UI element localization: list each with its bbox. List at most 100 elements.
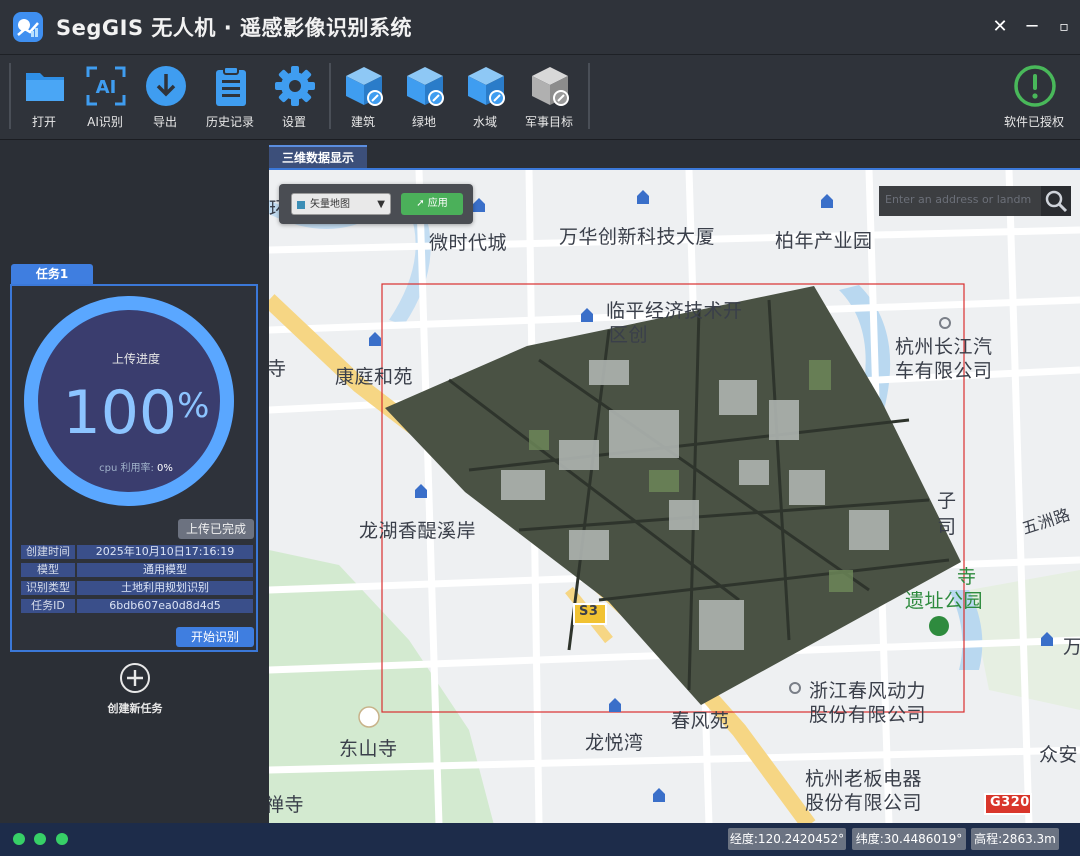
settings-button[interactable]: 设置 <box>263 63 325 133</box>
maximize-button[interactable]: ▫ <box>1051 14 1077 40</box>
task-card: 上传进度 100% cpu 利用率: 0% 上传已完成 创建时间 2025年10… <box>10 284 258 652</box>
info-key: 识别类型 <box>21 581 75 595</box>
map-controls: 矢量地图 ▼ ➚ 应用 <box>279 184 473 224</box>
poi-label: 车有限公司 <box>895 360 993 382</box>
longitude-readout: 经度:120.2420452° <box>728 828 846 850</box>
info-value: 通用模型 <box>77 563 253 577</box>
poi-label: 遗址公园 <box>905 590 984 612</box>
apply-label: 应用 <box>427 198 448 209</box>
ai-glyph: AI <box>96 77 117 98</box>
ai-scan-icon: AI <box>86 66 126 106</box>
start-detect-button[interactable]: 开始识别 <box>176 627 254 647</box>
status-dot <box>13 833 25 845</box>
status-dot <box>34 833 46 845</box>
toolbar: 打开 AI AI识别 导出 历史记录 设置 建筑 绿地 水域 军事目标 软件已授… <box>0 55 1080 140</box>
new-task-label: 创建新任务 <box>107 702 163 715</box>
search-button[interactable] <box>1041 186 1071 216</box>
poi-label: 区创 <box>609 324 649 346</box>
poi-label: 万华创新科技大厦 <box>559 226 716 248</box>
apply-button[interactable]: ➚ 应用 <box>401 193 463 215</box>
poi-label: 东山寺 <box>339 738 398 760</box>
cube-edit-icon <box>407 67 444 106</box>
poi-label: 柏年产业园 <box>775 230 873 252</box>
poi-label: 龙湖香醍溪岸 <box>359 520 477 542</box>
poi-label: 子 <box>937 490 957 512</box>
chevron-down-icon: ▼ <box>377 199 385 210</box>
poi-label: 康庭和苑 <box>335 366 414 388</box>
progress-value: 100% <box>12 378 260 448</box>
poi-label: 浙江春风动力 <box>809 680 927 702</box>
road-shield-label: G320 <box>990 795 1030 810</box>
poi-label: 司 <box>937 516 957 538</box>
search-icon <box>1045 190 1068 213</box>
map-view[interactable]: 微时代城 万华创新科技大厦 柏年产业园 临平经济技术开 区创 杭州长江汽 车有限… <box>269 168 1080 823</box>
new-task-button[interactable]: 创建新任务 <box>100 662 170 716</box>
info-value: 土地利用规划识别 <box>77 581 253 595</box>
altitude-readout: 高程:2863.3m <box>971 828 1059 850</box>
toolbar-separator <box>588 63 590 129</box>
info-row-created-time: 创建时间 2025年10月10日17:16:19 <box>21 545 253 559</box>
app-logo-icon <box>13 12 43 42</box>
poi-label: 微时代城 <box>429 232 508 254</box>
latitude-readout: 纬度:30.4486019° <box>852 828 966 850</box>
water-button[interactable]: 水域 <box>454 63 516 133</box>
info-value: 6bdb607ea0d8d4d5 <box>77 599 253 613</box>
poi-label: 寺 <box>957 566 977 588</box>
minimize-button[interactable]: ─ <box>1019 14 1045 40</box>
cpu-value: 0% <box>157 463 173 474</box>
clipboard-icon <box>216 66 246 106</box>
info-value: 2025年10月10日17:16:19 <box>77 545 253 559</box>
app-title: SegGIS 无人机 · 遥感影像识别系统 <box>56 16 412 40</box>
upload-complete-button[interactable]: 上传已完成 <box>178 519 254 539</box>
download-icon <box>146 66 186 106</box>
poi-label: 股份有限公司 <box>805 792 923 814</box>
license-label: 软件已授权 <box>1003 115 1064 129</box>
poi-label: 杭州老板电器 <box>805 768 923 790</box>
search-input[interactable]: Enter an address or landm <box>885 193 1031 206</box>
info-key: 创建时间 <box>21 545 75 559</box>
poi-label: 禅寺 <box>269 794 305 816</box>
poi-label: 龙悦湾 <box>585 732 644 754</box>
poi-label: 临平经济技术开 <box>606 300 743 322</box>
status-dot <box>56 833 68 845</box>
progress-label: 上传进度 <box>111 352 160 366</box>
poi-label: 杭州长江汽 <box>895 336 993 358</box>
military-target-label: 军事目标 <box>524 115 573 129</box>
tab-3d-data-display[interactable]: 三维数据显示 <box>269 145 367 168</box>
plus-circle-icon <box>120 663 150 693</box>
history-button[interactable]: 历史记录 <box>199 63 261 133</box>
military-target-button[interactable]: 军事目标 <box>518 63 580 133</box>
close-button[interactable]: ✕ <box>987 14 1013 40</box>
progress-unit: % <box>177 386 210 426</box>
poi-label: 春风苑 <box>671 710 730 732</box>
cpu-label: cpu 利用率: <box>99 463 154 474</box>
task-tab[interactable]: 任务1 <box>11 264 93 284</box>
cube-edit-icon <box>468 67 505 106</box>
poi-label: 万 <box>1063 632 1080 659</box>
title-bar: SegGIS 无人机 · 遥感影像识别系统 ✕ ─ ▫ <box>0 0 1080 55</box>
folder-icon <box>26 73 64 101</box>
map-swatch-icon <box>297 201 305 209</box>
poi-label: 股份有限公司 <box>809 704 927 726</box>
info-row-detect-type: 识别类型 土地利用规划识别 <box>21 581 253 595</box>
license-status[interactable]: 软件已授权 <box>1003 63 1065 133</box>
info-key: 模型 <box>21 563 75 577</box>
poi-label: 众安 <box>1039 744 1079 766</box>
license-alert-icon <box>1014 65 1056 107</box>
status-bar: 经度:120.2420452° 纬度:30.4486019° 高程:2863.3… <box>0 823 1080 856</box>
gear-icon <box>275 66 315 106</box>
cube-edit-icon-disabled <box>532 67 569 106</box>
map-type-select[interactable]: 矢量地图 ▼ <box>291 193 391 215</box>
info-row-task-id: 任务ID 6bdb607ea0d8d4d5 <box>21 599 253 613</box>
road-shield-label: S3 <box>579 604 599 619</box>
map-type-value: 矢量地图 <box>310 199 350 210</box>
info-row-model: 模型 通用模型 <box>21 563 253 577</box>
cpu-usage: cpu 利用率: 0% <box>12 459 260 474</box>
export-button[interactable]: 导出 <box>134 63 196 133</box>
progress-number: 100 <box>62 378 178 448</box>
rocket-icon: ➚ <box>416 198 425 209</box>
address-search: Enter an address or landm <box>879 186 1071 216</box>
cube-edit-icon <box>346 67 383 106</box>
poi-label: 寺 <box>269 354 287 381</box>
task-panel: 任务1 上传进度 100% cpu 利用率: 0% 上传已完成 创建时间 202… <box>0 140 268 823</box>
